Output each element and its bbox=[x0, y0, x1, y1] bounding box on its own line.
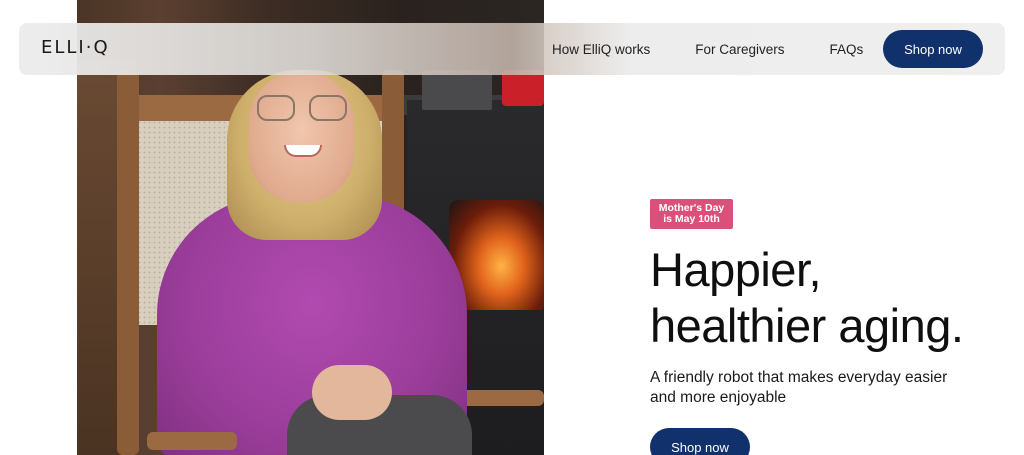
photo-kettle bbox=[422, 70, 492, 110]
photo-armrest-left bbox=[147, 432, 237, 450]
nav-link-how-elliq-works[interactable]: How ElliQ works bbox=[552, 42, 650, 57]
nav-links: How ElliQ works For Caregivers FAQs bbox=[552, 23, 863, 75]
photo-face bbox=[249, 72, 354, 202]
nav-link-for-caregivers[interactable]: For Caregivers bbox=[695, 42, 784, 57]
nav-link-faqs[interactable]: FAQs bbox=[830, 42, 864, 57]
headline-line-2: healthier aging. bbox=[650, 299, 964, 352]
nav-shop-now-button[interactable]: Shop now bbox=[883, 30, 983, 68]
hero-shop-now-button[interactable]: Shop now bbox=[650, 428, 750, 455]
headline-line-1: Happier, bbox=[650, 243, 822, 296]
mothers-day-badge: Mother's Day is May 10th bbox=[650, 199, 733, 229]
photo-red-pot bbox=[502, 70, 544, 106]
photo-hands bbox=[312, 365, 392, 420]
hero-headline: Happier, healthier aging. bbox=[650, 242, 1010, 354]
photo-glasses bbox=[257, 95, 347, 125]
photo-chair-frame-left bbox=[117, 70, 139, 455]
hero-subtext: A friendly robot that makes everyday eas… bbox=[650, 369, 948, 406]
top-navbar: ELLI·Q How ElliQ works For Caregivers FA… bbox=[19, 23, 1005, 75]
photo-smile bbox=[284, 145, 322, 157]
badge-line-2: is May 10th bbox=[663, 213, 720, 225]
brand-logo[interactable]: ELLI·Q bbox=[41, 37, 110, 58]
